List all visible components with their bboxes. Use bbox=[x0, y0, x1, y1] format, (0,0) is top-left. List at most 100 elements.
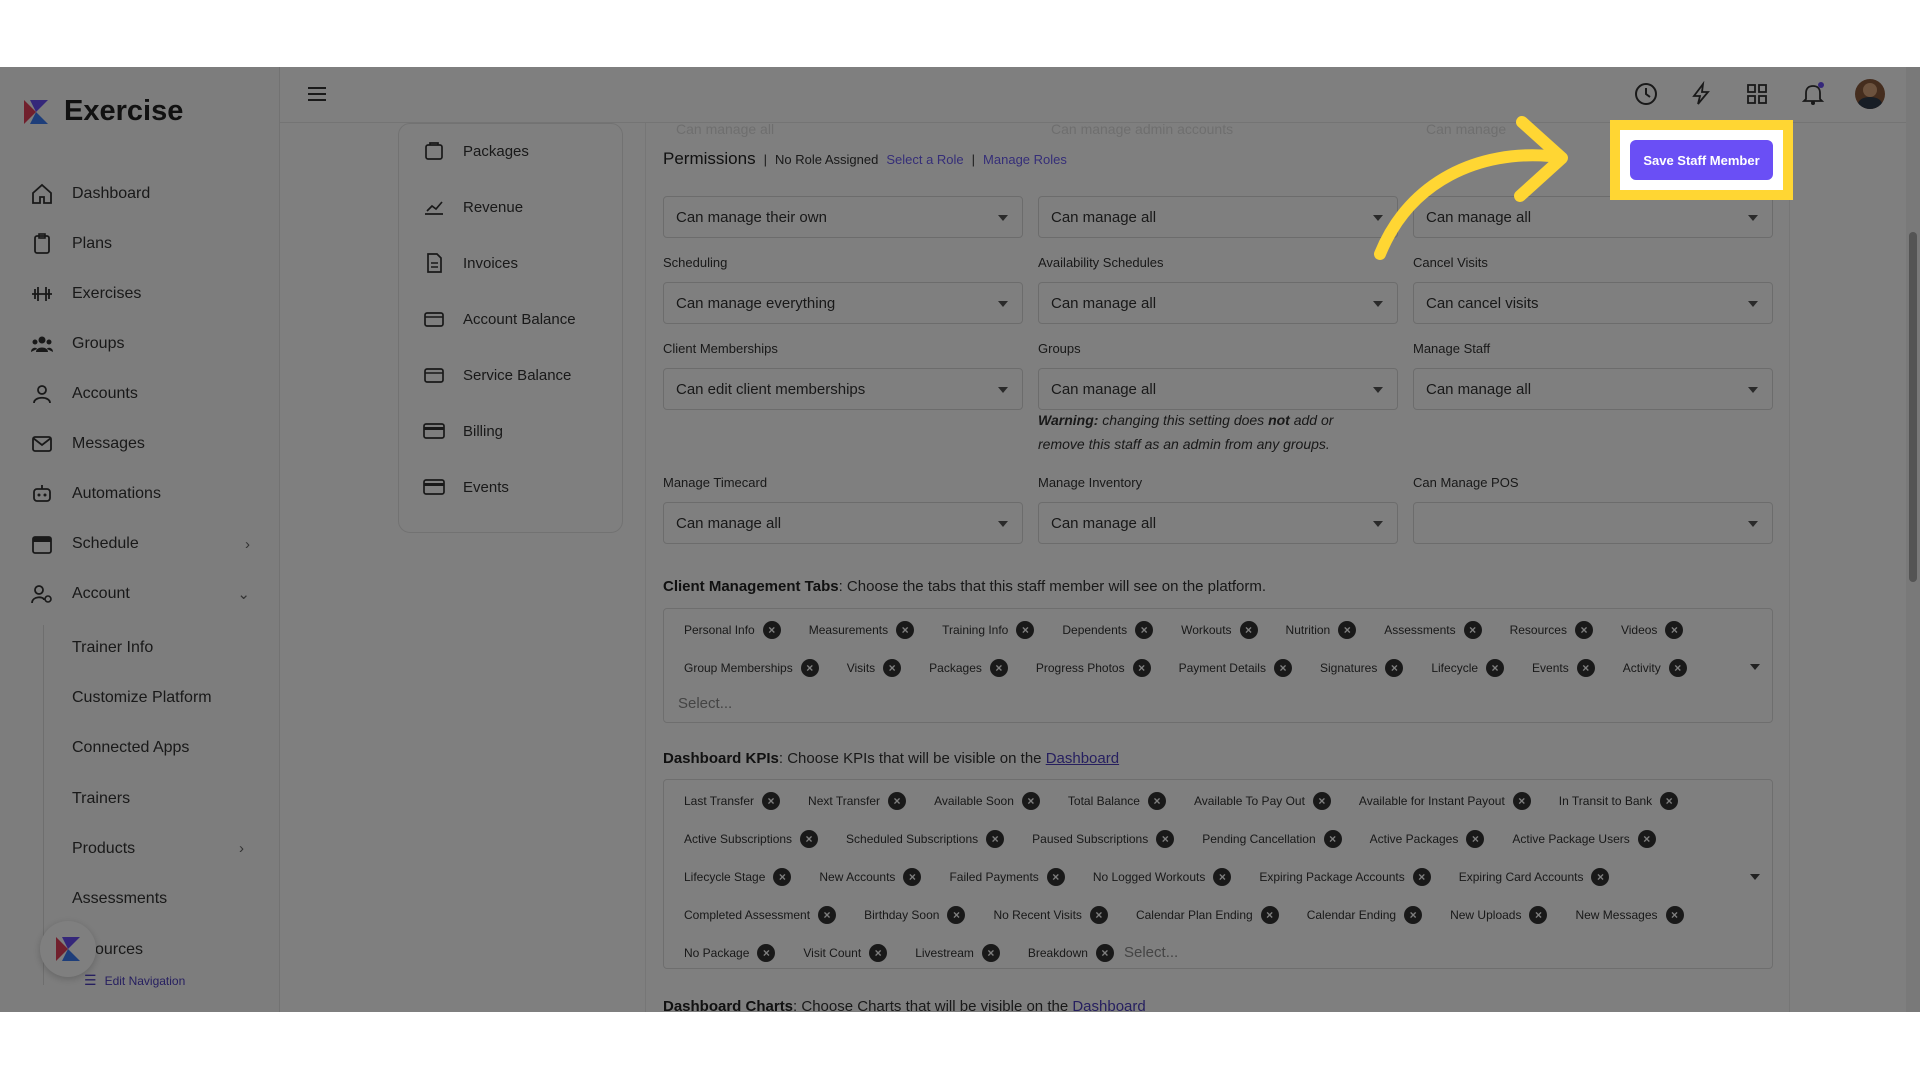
permission-select[interactable]: Can manage all bbox=[1413, 196, 1773, 238]
sidebar-item-plans[interactable]: Plans bbox=[30, 227, 250, 261]
save-staff-member-button[interactable]: Save Staff Member bbox=[1630, 140, 1773, 180]
subnav-resources[interactable]: ources bbox=[95, 941, 143, 959]
avatar[interactable] bbox=[1855, 79, 1885, 109]
remove-tag-icon[interactable]: × bbox=[1404, 906, 1423, 924]
remove-tag-icon[interactable]: × bbox=[888, 792, 907, 810]
remove-tag-icon[interactable]: × bbox=[1668, 659, 1687, 677]
menu-item-invoices[interactable]: Invoices bbox=[423, 252, 518, 274]
scrollbar[interactable] bbox=[1906, 67, 1920, 1012]
remove-tag-icon[interactable]: × bbox=[1239, 621, 1258, 639]
remove-tag-icon[interactable]: × bbox=[1512, 792, 1531, 810]
remove-tag-icon[interactable]: × bbox=[1323, 830, 1342, 848]
remove-tag-icon[interactable]: × bbox=[1132, 659, 1151, 677]
remove-tag-icon[interactable]: × bbox=[896, 621, 915, 639]
subnav-products[interactable]: Products › bbox=[72, 840, 244, 858]
remove-tag-icon[interactable]: × bbox=[1574, 621, 1593, 639]
remove-tag-icon[interactable]: × bbox=[869, 944, 888, 962]
menu-item-service-balance[interactable]: Service Balance bbox=[423, 364, 571, 386]
remove-tag-icon[interactable]: × bbox=[1095, 944, 1114, 962]
remove-tag-icon[interactable]: × bbox=[773, 868, 792, 886]
remove-tag-icon[interactable]: × bbox=[1660, 792, 1679, 810]
remove-tag-icon[interactable]: × bbox=[1046, 868, 1065, 886]
cancel-visits-select[interactable]: Can cancel visits bbox=[1413, 282, 1773, 324]
subnav-customize-platform[interactable]: Customize Platform bbox=[72, 689, 212, 707]
remove-tag-icon[interactable]: × bbox=[1576, 659, 1595, 677]
remove-tag-icon[interactable]: × bbox=[1260, 906, 1279, 924]
sidebar-item-account[interactable]: Account ⌄ bbox=[30, 577, 250, 611]
scrollbar-thumb[interactable] bbox=[1909, 232, 1917, 582]
floating-launcher[interactable] bbox=[40, 921, 96, 977]
dashboard-link[interactable]: Dashboard bbox=[1072, 998, 1145, 1012]
remove-tag-icon[interactable]: × bbox=[1463, 621, 1482, 639]
caret-down-icon[interactable] bbox=[1750, 874, 1760, 880]
caret-down-icon[interactable] bbox=[1750, 664, 1760, 670]
remove-tag-icon[interactable]: × bbox=[1385, 659, 1404, 677]
remove-tag-icon[interactable]: × bbox=[800, 830, 819, 848]
remove-tag-icon[interactable]: × bbox=[1486, 659, 1505, 677]
remove-tag-icon[interactable]: × bbox=[1312, 792, 1331, 810]
remove-tag-icon[interactable]: × bbox=[1338, 621, 1357, 639]
menu-item-revenue[interactable]: Revenue bbox=[423, 196, 523, 218]
logo[interactable]: Exercise bbox=[20, 95, 183, 128]
remove-tag-icon[interactable]: × bbox=[1156, 830, 1175, 848]
sidebar-item-automations[interactable]: Automations bbox=[30, 477, 250, 511]
grid-icon[interactable] bbox=[1744, 81, 1770, 107]
remove-tag-icon[interactable]: × bbox=[883, 659, 902, 677]
menu-item-packages[interactable]: Packages bbox=[423, 140, 529, 162]
availability-schedules-select[interactable]: Can manage all bbox=[1038, 282, 1398, 324]
menu-item-account-balance[interactable]: Account Balance bbox=[423, 308, 576, 330]
remove-tag-icon[interactable]: × bbox=[762, 792, 781, 810]
sidebar-item-schedule[interactable]: Schedule › bbox=[30, 527, 250, 561]
remove-tag-icon[interactable]: × bbox=[1147, 792, 1166, 810]
scheduling-select[interactable]: Can manage everything bbox=[663, 282, 1023, 324]
remove-tag-icon[interactable]: × bbox=[903, 868, 922, 886]
sidebar-item-exercises[interactable]: Exercises bbox=[30, 277, 250, 311]
manage-timecard-select[interactable]: Can manage all bbox=[663, 502, 1023, 544]
subnav-trainer-info[interactable]: Trainer Info bbox=[72, 639, 153, 657]
remove-tag-icon[interactable]: × bbox=[1466, 830, 1485, 848]
lightning-icon[interactable] bbox=[1688, 81, 1714, 107]
remove-tag-icon[interactable]: × bbox=[1529, 906, 1548, 924]
manage-staff-select[interactable]: Can manage all bbox=[1413, 368, 1773, 410]
remove-tag-icon[interactable]: × bbox=[1021, 792, 1040, 810]
remove-tag-icon[interactable]: × bbox=[1591, 868, 1610, 886]
remove-tag-icon[interactable]: × bbox=[1412, 868, 1431, 886]
select-role-link[interactable]: Select a Role bbox=[886, 152, 963, 167]
remove-tag-icon[interactable]: × bbox=[1665, 621, 1684, 639]
sidebar-item-accounts[interactable]: Accounts bbox=[30, 377, 250, 411]
subnav-trainers[interactable]: Trainers bbox=[72, 790, 130, 808]
remove-tag-icon[interactable]: × bbox=[757, 944, 776, 962]
remove-tag-icon[interactable]: × bbox=[986, 830, 1005, 848]
bell-icon[interactable] bbox=[1800, 81, 1826, 107]
sidebar-item-dashboard[interactable]: Dashboard bbox=[30, 177, 250, 211]
remove-tag-icon[interactable]: × bbox=[1273, 659, 1292, 677]
remove-tag-icon[interactable]: × bbox=[947, 906, 966, 924]
hamburger-menu-icon[interactable] bbox=[304, 81, 330, 107]
permission-select[interactable]: Can manage their own bbox=[663, 196, 1023, 238]
remove-tag-icon[interactable]: × bbox=[1213, 868, 1232, 886]
subnav-connected-apps[interactable]: Connected Apps bbox=[72, 739, 189, 757]
clock-icon[interactable] bbox=[1633, 81, 1659, 107]
menu-item-events[interactable]: Events bbox=[423, 476, 509, 498]
remove-tag-icon[interactable]: × bbox=[818, 906, 837, 924]
client-memberships-select[interactable]: Can edit client memberships bbox=[663, 368, 1023, 410]
remove-tag-icon[interactable]: × bbox=[762, 621, 781, 639]
menu-item-billing[interactable]: Billing bbox=[423, 420, 503, 442]
remove-tag-icon[interactable]: × bbox=[1089, 906, 1108, 924]
remove-tag-icon[interactable]: × bbox=[1135, 621, 1154, 639]
sidebar-item-groups[interactable]: Groups bbox=[30, 327, 250, 361]
groups-select[interactable]: Can manage all bbox=[1038, 368, 1398, 410]
manage-inventory-select[interactable]: Can manage all bbox=[1038, 502, 1398, 544]
permission-select[interactable]: Can manage all bbox=[1038, 196, 1398, 238]
sidebar-item-messages[interactable]: Messages bbox=[30, 427, 250, 461]
remove-tag-icon[interactable]: × bbox=[981, 944, 1000, 962]
manage-roles-link[interactable]: Manage Roles bbox=[983, 152, 1067, 167]
remove-tag-icon[interactable]: × bbox=[1637, 830, 1656, 848]
kpi-multiselect[interactable]: Last Transfer × Next Transfer × Available So… bbox=[663, 779, 1773, 969]
remove-tag-icon[interactable]: × bbox=[800, 659, 819, 677]
remove-tag-icon[interactable]: × bbox=[989, 659, 1008, 677]
manage-pos-select[interactable] bbox=[1413, 502, 1773, 544]
edit-navigation-link[interactable]: ☰ Edit Navigation bbox=[84, 972, 185, 989]
subnav-assessments[interactable]: Assessments bbox=[72, 890, 167, 908]
dashboard-link[interactable]: Dashboard bbox=[1046, 750, 1119, 767]
